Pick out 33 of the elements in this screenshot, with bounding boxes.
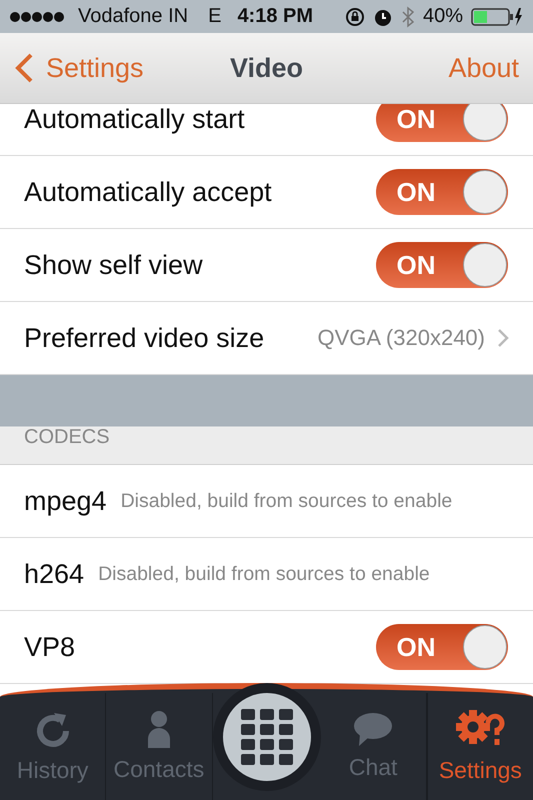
tab-item[interactable]: Settings: [426, 693, 533, 800]
row-note: Disabled, build from sources to enable: [98, 562, 430, 586]
row-label: Automatically accept: [24, 176, 272, 208]
section-header: CODECS: [24, 426, 110, 449]
bluetooth-icon: [400, 6, 415, 28]
rotation-lock-icon: [344, 6, 365, 26]
about-button[interactable]: About: [448, 52, 519, 84]
chevron-icon: [497, 328, 509, 348]
row-label: mpeg4: [24, 486, 107, 516]
clock-time: 4:18 PM: [237, 5, 314, 28]
back-chevron-icon: [14, 52, 34, 84]
person-icon: [146, 710, 172, 750]
speech-bubble-icon: [352, 712, 394, 748]
network-type: E: [208, 5, 222, 28]
row-value: QVGA (320x240): [317, 325, 485, 351]
toggle-switch[interactable]: ON: [376, 242, 508, 288]
tab-item[interactable]: Chat: [320, 693, 427, 800]
toggle-switch[interactable]: ON: [376, 169, 508, 215]
toggle-switch[interactable]: ON: [376, 624, 508, 670]
battery-charging-icon: [471, 6, 523, 26]
battery-percent: 40%: [422, 5, 463, 28]
row-label: h264: [24, 558, 84, 590]
row-label: Automatically start: [24, 104, 245, 134]
keypad-icon: [240, 709, 292, 765]
row-label: Preferred video size: [24, 322, 264, 354]
tab-item[interactable]: Contacts: [106, 693, 212, 800]
row-label: VP8: [24, 632, 76, 662]
back-button[interactable]: Settings: [14, 52, 144, 84]
row-note: Disabled, build from sources to enable: [120, 490, 452, 512]
tab-item[interactable]: History: [0, 693, 106, 800]
row-label: Show self view: [24, 250, 203, 280]
carrier-name: Vodafone IN: [78, 5, 188, 28]
screen-title: Video: [230, 52, 304, 82]
